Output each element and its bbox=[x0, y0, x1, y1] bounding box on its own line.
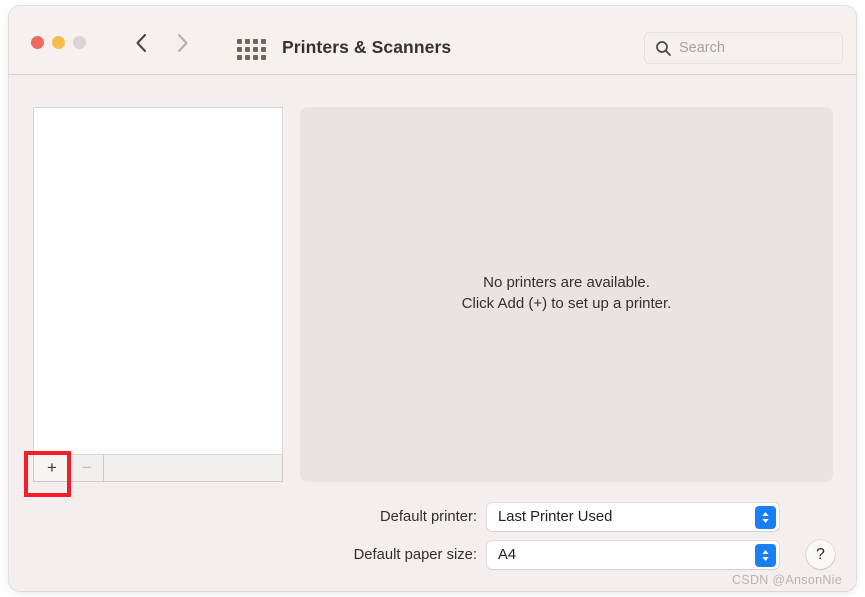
empty-state-line-2: Click Add (+) to set up a printer. bbox=[461, 295, 672, 312]
remove-printer-button[interactable]: − bbox=[71, 455, 104, 481]
zoom-button[interactable] bbox=[73, 36, 86, 49]
watermark: CSDN @AnsonNie bbox=[732, 573, 842, 587]
default-paper-size-label: Default paper size: bbox=[353, 547, 477, 563]
default-paper-size-select[interactable]: A4 bbox=[487, 541, 779, 569]
chevron-updown-icon[interactable] bbox=[755, 543, 776, 567]
default-printer-value: Last Printer Used bbox=[498, 509, 613, 525]
back-icon[interactable] bbox=[135, 32, 148, 54]
default-printer-label: Default printer: bbox=[379, 509, 477, 525]
search-input[interactable] bbox=[679, 40, 829, 56]
forward-icon[interactable] bbox=[176, 32, 189, 54]
preferences-window: Printers & Scanners + − No printers are … bbox=[9, 6, 856, 591]
traffic-lights bbox=[31, 36, 86, 49]
page-title: Printers & Scanners bbox=[282, 37, 452, 57]
empty-state-message: No printers are available. Click Add (+)… bbox=[300, 272, 833, 314]
default-printer-select[interactable]: Last Printer Used bbox=[487, 503, 779, 531]
printer-detail-panel: No printers are available. Click Add (+)… bbox=[300, 107, 833, 482]
empty-state-line-1: No printers are available. bbox=[483, 274, 650, 291]
help-button[interactable]: ? bbox=[806, 540, 835, 569]
add-printer-button[interactable]: + bbox=[34, 455, 71, 481]
printer-list-toolbar: + − bbox=[33, 455, 283, 482]
navigation-arrows bbox=[135, 32, 189, 54]
show-all-grid-icon[interactable] bbox=[237, 39, 267, 61]
default-paper-size-row: Default paper size: A4 bbox=[9, 541, 779, 569]
search-icon bbox=[655, 40, 672, 57]
titlebar: Printers & Scanners bbox=[9, 6, 856, 75]
printer-list[interactable] bbox=[33, 107, 283, 455]
close-button[interactable] bbox=[31, 36, 44, 49]
content-area: + − No printers are available. Click Add… bbox=[9, 75, 856, 591]
default-paper-size-value: A4 bbox=[498, 547, 517, 563]
default-printer-row: Default printer: Last Printer Used bbox=[9, 503, 779, 531]
toolbar-filler bbox=[104, 455, 282, 481]
search-field[interactable] bbox=[644, 32, 843, 64]
chevron-updown-icon[interactable] bbox=[755, 505, 776, 529]
minimize-button[interactable] bbox=[52, 36, 65, 49]
